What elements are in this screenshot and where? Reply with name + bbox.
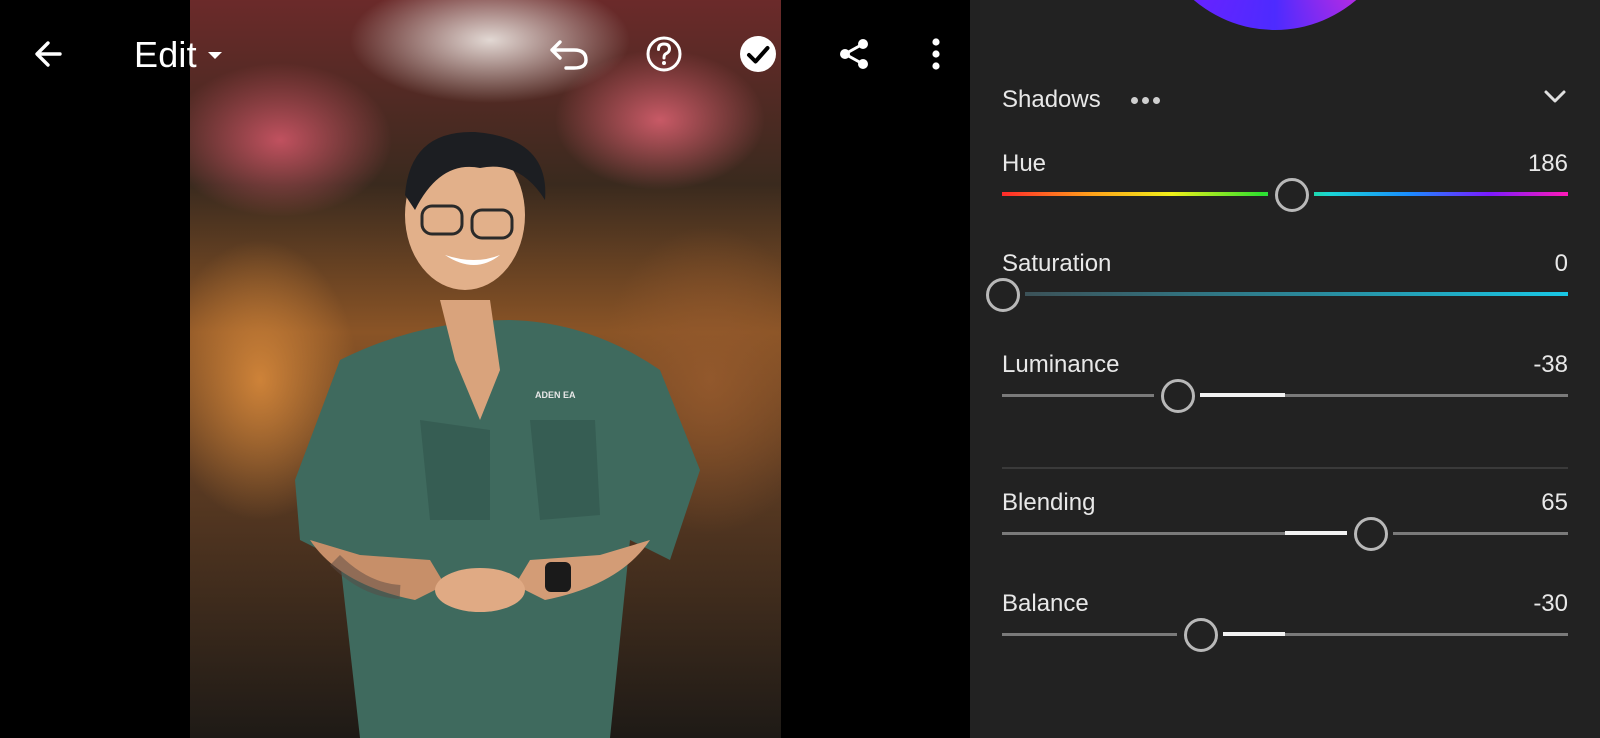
luminance-thumb[interactable]	[1161, 379, 1196, 413]
balance-slider: Balance -30	[1002, 590, 1568, 680]
hue-value[interactable]: 186	[1528, 150, 1568, 178]
blending-slider: Blending 65	[1002, 489, 1568, 579]
balance-value[interactable]: -30	[1533, 590, 1568, 618]
saturation-track[interactable]	[1002, 292, 1568, 296]
section-title: Shadows	[1002, 86, 1101, 113]
saturation-slider: Saturation 0	[979, 250, 1568, 340]
more-vert-icon[interactable]	[912, 30, 960, 78]
lightroom-editor: ADEN EA Edit Shadows Hue 186 Saturation …	[0, 0, 1600, 738]
blending-thumb[interactable]	[1353, 517, 1388, 551]
share-icon[interactable]	[830, 30, 878, 78]
blending-label: Blending	[1002, 489, 1096, 516]
help-icon[interactable]	[640, 30, 688, 78]
saturation-value[interactable]: 0	[1555, 250, 1568, 278]
saturation-label: Saturation	[1002, 250, 1112, 277]
dropdown-caret-icon	[207, 52, 222, 59]
balance-label: Balance	[1002, 590, 1089, 617]
blending-value[interactable]: 65	[1541, 489, 1568, 517]
back-arrow-icon[interactable]	[24, 30, 72, 78]
checkmark-icon[interactable]	[734, 30, 782, 78]
edit-mode-label: Edit	[134, 34, 197, 75]
edited-photo[interactable]: ADEN EA	[190, 0, 781, 738]
balance-track[interactable]	[1002, 633, 1568, 636]
saturation-thumb[interactable]	[986, 278, 1020, 312]
top-toolbar: Edit	[0, 0, 970, 110]
more-options-icon[interactable]	[1130, 96, 1160, 104]
section-divider	[1002, 467, 1568, 469]
chevron-down-icon[interactable]	[1542, 86, 1568, 111]
hue-label: Hue	[1002, 150, 1047, 177]
luminance-value[interactable]: -38	[1533, 351, 1568, 379]
undo-icon[interactable]	[544, 30, 592, 78]
edit-mode-menu[interactable]: Edit	[134, 34, 225, 76]
luminance-label: Luminance	[1002, 351, 1120, 378]
color-grading-panel: Shadows Hue 186 Saturation 0 Luminance -…	[970, 0, 1600, 738]
person-figure: ADEN EA	[295, 131, 700, 738]
hue-thumb[interactable]	[1274, 178, 1309, 212]
photo-canvas: ADEN EA Edit	[0, 0, 970, 738]
shadows-section-header: Shadows	[1002, 82, 1568, 118]
luminance-track[interactable]	[1002, 394, 1568, 397]
shirt-text: ADEN EA	[535, 390, 576, 400]
balance-thumb[interactable]	[1184, 618, 1219, 652]
luminance-slider: Luminance -38	[1002, 351, 1568, 441]
color-wheel[interactable]	[1150, 0, 1400, 30]
hue-slider: Hue 186	[1002, 150, 1568, 240]
